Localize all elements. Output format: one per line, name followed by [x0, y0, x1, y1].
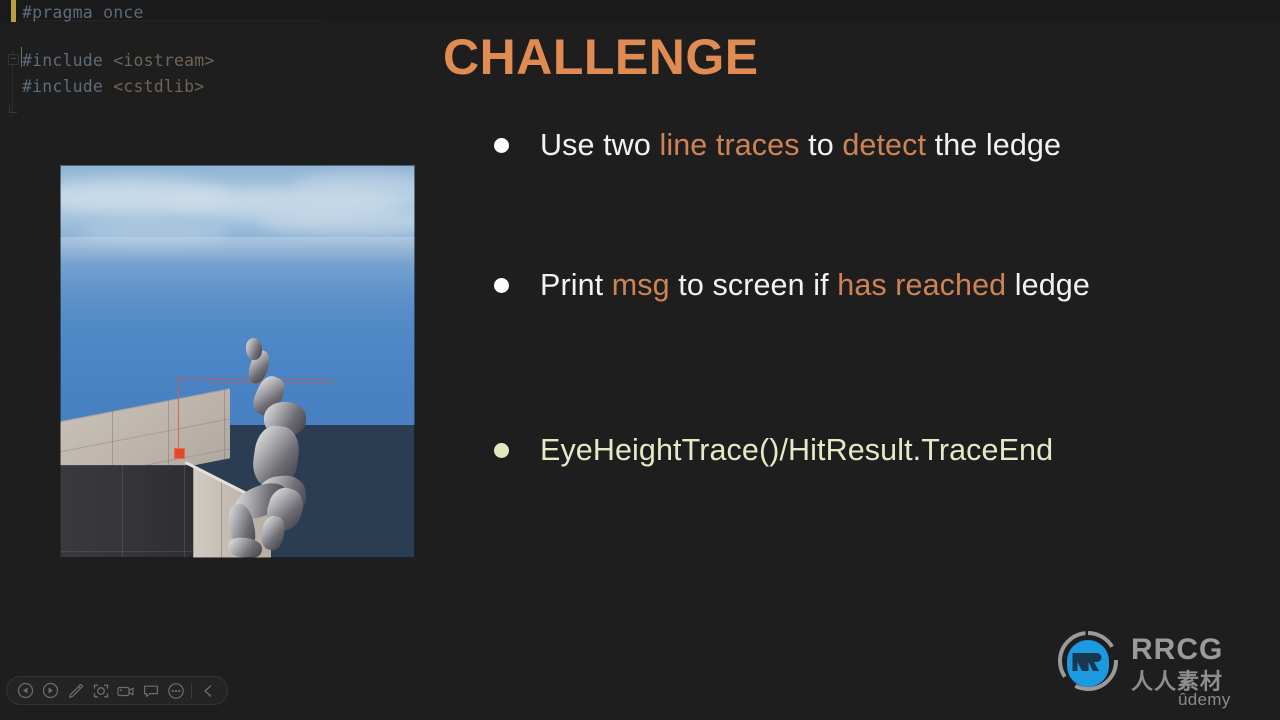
code-line-3: #include <cstdlib>	[22, 74, 204, 99]
bullet-1-seg-3: detect	[842, 128, 927, 162]
screenshot-border	[60, 165, 415, 558]
bullet-1-seg-1: line traces	[659, 128, 800, 162]
page-title: CHALLENGE	[443, 29, 759, 85]
toolbar-divider	[191, 683, 192, 698]
bullet-text-1: Use two line traces to detect the ledge	[540, 128, 1061, 163]
platform-label: ûdemy	[1178, 690, 1231, 709]
chevron-left-icon[interactable]	[195, 678, 220, 703]
fold-collapse-icon[interactable]	[8, 54, 19, 65]
code-token-include-1: #include	[22, 51, 104, 70]
bullet-item-3: EyeHeightTrace()/HitResult.TraceEnd	[494, 433, 1053, 468]
pen-icon[interactable]	[63, 678, 88, 703]
bullet-text-3: EyeHeightTrace()/HitResult.TraceEnd	[540, 433, 1054, 467]
bullet-2-seg-3: has reached	[837, 268, 1007, 302]
bullet-2-seg-2: to screen if	[669, 268, 838, 302]
bullet-1-seg-2: to	[799, 128, 843, 162]
breakpoint-marker	[11, 0, 16, 22]
watermark: RRCG 人人素材	[1055, 628, 1275, 698]
code-token-iostream: <iostream>	[103, 51, 215, 70]
more-icon[interactable]	[163, 678, 188, 703]
viewport-screenshot	[60, 165, 415, 558]
bullet-dot-icon	[494, 443, 509, 458]
code-token-include-2: #include	[22, 77, 104, 96]
code-token-cstdlib: <cstdlib>	[103, 77, 205, 96]
rrcg-logo-icon	[1055, 628, 1121, 694]
next-icon[interactable]	[38, 678, 63, 703]
comment-icon[interactable]	[138, 678, 163, 703]
code-editor-region: #pragma once #include <iostream> #includ…	[0, 0, 420, 130]
spotlight-icon[interactable]	[88, 678, 113, 703]
watermark-brand: RRCG	[1131, 633, 1224, 666]
camera-icon[interactable]	[113, 678, 138, 703]
bullet-1-seg-0: Use two	[540, 128, 660, 162]
bullet-2-seg-4: ledge	[1006, 268, 1090, 302]
presenter-toolbar[interactable]	[6, 676, 228, 705]
bullet-1-seg-4: the ledge	[926, 128, 1062, 162]
bullet-dot-icon	[494, 138, 509, 153]
code-token-once: once	[92, 3, 144, 22]
bullet-2-seg-0: Print	[540, 268, 612, 302]
fold-end-arrow-icon	[9, 105, 17, 113]
bullet-item-1: Use two line traces to detect the ledge	[494, 128, 1061, 163]
bullet-item-2: Print msg to screen if has reached ledge	[494, 268, 1090, 303]
bullet-dot-icon	[494, 278, 509, 293]
code-line-1: #pragma once	[22, 0, 144, 25]
code-line-2: #include <iostream>	[22, 48, 215, 73]
bullet-2-seg-1: msg	[611, 268, 670, 302]
slide-screen: #pragma once #include <iostream> #includ…	[0, 0, 1280, 720]
previous-icon[interactable]	[13, 678, 38, 703]
bullet-text-2: Print msg to screen if has reached ledge	[540, 268, 1090, 303]
code-token-pragma: #pragma	[22, 3, 93, 22]
